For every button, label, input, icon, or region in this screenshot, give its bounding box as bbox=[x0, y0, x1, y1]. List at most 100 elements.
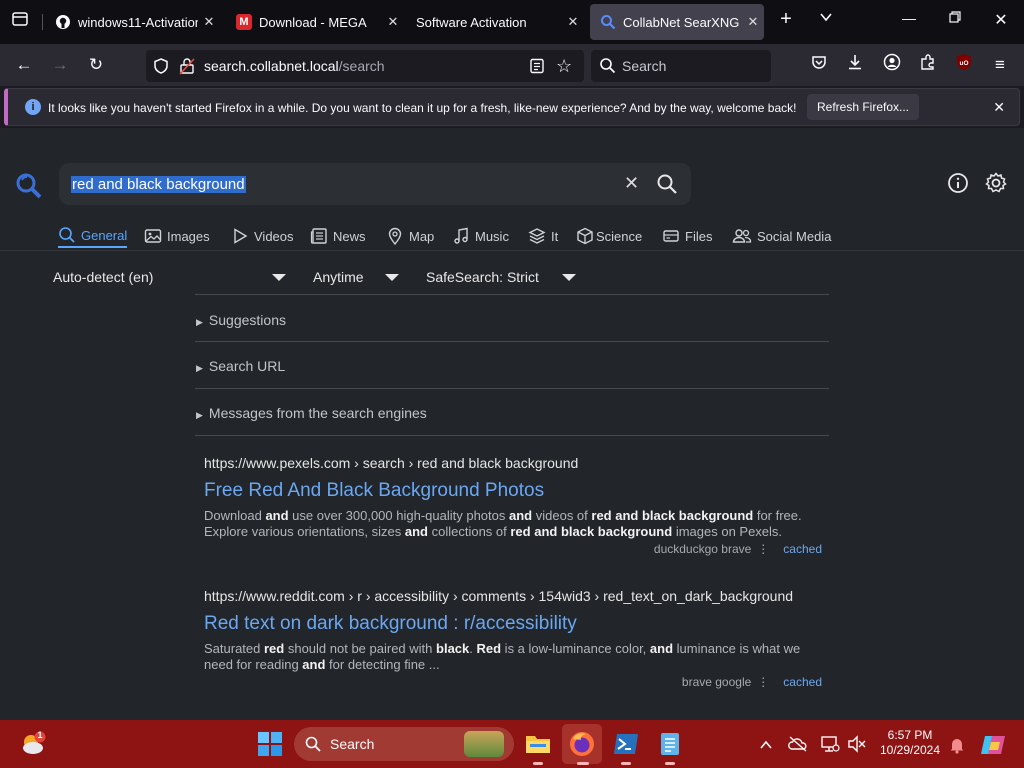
copilot-icon[interactable] bbox=[980, 732, 1006, 758]
forward-icon[interactable]: → bbox=[48, 53, 72, 77]
tab-software-activation[interactable]: Software Activation ✕ bbox=[406, 4, 584, 40]
category-label: Music bbox=[475, 228, 509, 244]
shield-icon[interactable] bbox=[152, 57, 170, 80]
searxng-page: red and black background ✕ General Image… bbox=[0, 128, 1024, 720]
triangle-right-icon: ▶ bbox=[196, 363, 203, 373]
divider bbox=[195, 294, 829, 295]
pocket-icon[interactable] bbox=[807, 53, 831, 77]
system-clock[interactable]: 6:57 PM 10/29/2024 bbox=[874, 728, 946, 758]
tab-news[interactable]: News bbox=[310, 224, 366, 248]
weather-widget-icon[interactable]: 1 bbox=[20, 730, 46, 757]
extensions-icon[interactable] bbox=[916, 53, 940, 77]
searxng-logo-icon[interactable] bbox=[13, 170, 43, 200]
search-icon bbox=[600, 14, 616, 30]
close-tab-icon[interactable]: ✕ bbox=[198, 14, 220, 30]
cached-link[interactable]: cached bbox=[783, 675, 822, 689]
list-all-tabs-button[interactable] bbox=[811, 10, 841, 34]
tab-label: windows11-Activation bbox=[78, 14, 198, 30]
search-submit-icon[interactable] bbox=[656, 173, 678, 195]
url-bar[interactable]: search.collabnet.local/search ☆ bbox=[146, 50, 584, 82]
tab-github[interactable]: windows11-Activation ✕ bbox=[45, 4, 220, 40]
menu-icon[interactable]: ≡ bbox=[988, 53, 1012, 77]
tab-overview-icon[interactable] bbox=[8, 10, 32, 34]
result-snippet: Download and use over 300,000 high-quali… bbox=[204, 508, 802, 539]
mega-icon: M bbox=[236, 14, 252, 30]
windows-start-icon[interactable] bbox=[257, 731, 283, 757]
tab-videos[interactable]: Videos bbox=[231, 224, 294, 248]
reload-icon[interactable]: ↻ bbox=[84, 53, 108, 77]
category-label: Social Media bbox=[757, 228, 832, 244]
close-tab-icon[interactable]: ✕ bbox=[382, 14, 404, 30]
chevron-up-icon[interactable] bbox=[757, 736, 775, 754]
tab-images[interactable]: Images bbox=[144, 224, 210, 248]
safesearch-dropdown-icon[interactable] bbox=[562, 274, 576, 281]
search-icon bbox=[599, 57, 616, 77]
powershell-icon[interactable] bbox=[613, 731, 639, 757]
account-icon[interactable] bbox=[880, 53, 904, 77]
weather-badge: 1 bbox=[37, 730, 43, 740]
tab-social-media[interactable]: Social Media bbox=[732, 224, 831, 248]
close-notification-icon[interactable]: ✕ bbox=[993, 99, 1005, 116]
divider bbox=[195, 388, 829, 389]
bookmark-star-icon[interactable]: ☆ bbox=[556, 56, 572, 77]
engine-messages-toggle[interactable]: ▶ Messages from the search engines bbox=[196, 405, 427, 421]
close-window-button[interactable]: ✕ bbox=[986, 10, 1016, 34]
new-tab-button[interactable]: + bbox=[771, 8, 801, 32]
language-select[interactable]: Auto-detect (en) bbox=[53, 269, 153, 285]
time-range-select[interactable]: Anytime bbox=[313, 269, 364, 285]
people-icon bbox=[732, 227, 752, 245]
time-dropdown-icon[interactable] bbox=[385, 274, 399, 281]
tab-files[interactable]: Files bbox=[662, 224, 712, 248]
tab-collabnet-searxng[interactable]: CollabNet SearXNG ✕ bbox=[590, 4, 764, 40]
cached-link[interactable]: cached bbox=[783, 542, 822, 556]
category-label: Files bbox=[685, 228, 713, 244]
language-dropdown-icon[interactable] bbox=[272, 274, 286, 281]
suggestions-toggle[interactable]: ▶ Suggestions bbox=[196, 312, 286, 328]
preferences-gear-icon[interactable] bbox=[985, 172, 1007, 194]
restore-button[interactable] bbox=[940, 10, 970, 34]
search-url-toggle[interactable]: ▶ Search URL bbox=[196, 358, 285, 374]
close-tab-icon[interactable]: ✕ bbox=[562, 14, 584, 30]
tab-label: Software Activation bbox=[416, 14, 527, 30]
clear-query-icon[interactable]: ✕ bbox=[624, 173, 639, 194]
search-query-box[interactable]: red and black background ✕ bbox=[59, 163, 691, 205]
notepad-icon[interactable] bbox=[657, 731, 683, 757]
search-query-input[interactable]: red and black background bbox=[71, 176, 246, 193]
reader-view-icon[interactable] bbox=[529, 58, 545, 79]
info-about-icon[interactable] bbox=[947, 172, 969, 194]
tab-general[interactable]: General bbox=[58, 224, 128, 248]
running-indicator bbox=[621, 762, 631, 765]
safesearch-select[interactable]: SafeSearch: Strict bbox=[426, 269, 539, 285]
tab-music[interactable]: Music bbox=[452, 224, 509, 248]
close-tab-icon[interactable]: ✕ bbox=[742, 14, 764, 30]
result-url[interactable]: https://www.pexels.com › search › red an… bbox=[204, 455, 828, 471]
tab-mega[interactable]: M Download - MEGA ✕ bbox=[226, 4, 404, 40]
notification-bell-icon[interactable] bbox=[948, 736, 966, 754]
tab-map[interactable]: Map bbox=[386, 224, 434, 248]
search-highlight-icon bbox=[464, 731, 504, 757]
ublock-origin-icon[interactable]: uO bbox=[952, 53, 976, 77]
search-bar[interactable]: Search bbox=[591, 50, 771, 82]
volume-muted-icon[interactable] bbox=[847, 735, 867, 755]
search-result: https://www.pexels.com › search › red an… bbox=[204, 455, 828, 556]
result-url[interactable]: https://www.reddit.com › r › accessibili… bbox=[204, 588, 828, 604]
onedrive-offline-icon[interactable] bbox=[788, 735, 808, 755]
minimize-button[interactable]: — bbox=[894, 10, 924, 34]
result-title-link[interactable]: Free Red And Black Background Photos bbox=[204, 480, 828, 502]
refresh-firefox-button[interactable]: Refresh Firefox... bbox=[807, 94, 919, 120]
tab-science[interactable]: Science bbox=[576, 224, 642, 248]
tab-it[interactable]: It bbox=[528, 224, 558, 248]
firefox-icon[interactable] bbox=[569, 731, 595, 757]
details-label: Suggestions bbox=[208, 312, 286, 328]
lock-warning-icon[interactable] bbox=[179, 57, 195, 80]
clock-time: 6:57 PM bbox=[887, 728, 933, 742]
back-icon[interactable]: ← bbox=[12, 53, 36, 77]
downloads-icon[interactable] bbox=[843, 53, 867, 77]
url-text: search.collabnet.local/search bbox=[204, 58, 385, 74]
tab-label: CollabNet SearXNG bbox=[623, 14, 740, 30]
url-domain: search.collabnet.local bbox=[204, 58, 339, 74]
result-title-link[interactable]: Red text on dark background : r/accessib… bbox=[204, 613, 828, 635]
taskbar-search[interactable]: Search bbox=[294, 727, 514, 761]
network-icon[interactable] bbox=[820, 735, 840, 755]
file-explorer-icon[interactable] bbox=[525, 731, 551, 757]
